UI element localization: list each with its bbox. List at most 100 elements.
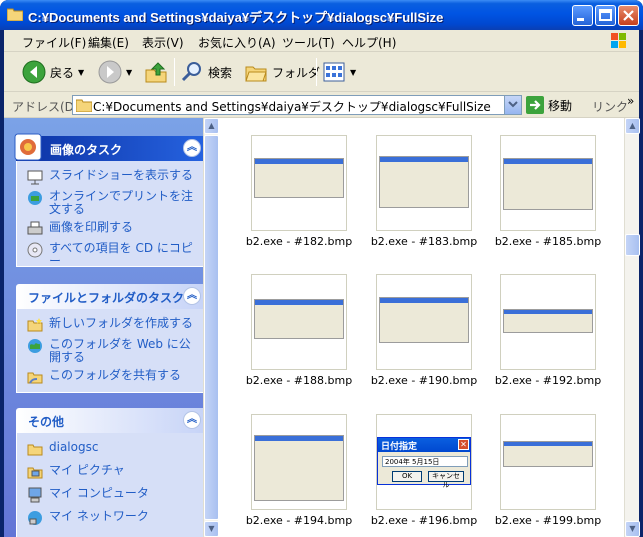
- close-button[interactable]: [618, 5, 639, 26]
- printer-icon: [27, 221, 43, 235]
- collapse-file-folder-tasks-icon[interactable]: ︽: [183, 287, 201, 305]
- menu-tools[interactable]: ツール(T): [282, 34, 335, 51]
- search-button[interactable]: 検索: [180, 56, 232, 88]
- thumbnail-199[interactable]: [500, 414, 596, 510]
- thumbnail-image: [254, 158, 344, 198]
- go-button[interactable]: 移動: [526, 96, 572, 114]
- date-dialog-value: 2004年 5月15日: [385, 458, 440, 466]
- scroll-down-button[interactable]: ▼: [625, 521, 640, 537]
- menu-edit[interactable]: 編集(E): [88, 34, 129, 51]
- place-my-computer[interactable]: マイ コンピュータ: [27, 487, 199, 503]
- menu-bar: ファイル(F) 編集(E) 表示(V) お気に入り(A) ツール(T) ヘルプ(…: [4, 30, 639, 52]
- file-view-scrollbar[interactable]: ▲ ▼: [624, 118, 640, 537]
- thumbnail-188[interactable]: [251, 274, 347, 370]
- thumbnail-196[interactable]: 日付指定 ✕ 2004年 5月15日 OK キャンセル: [376, 414, 472, 510]
- place-dialogsc[interactable]: dialogsc: [27, 441, 199, 457]
- folders-button[interactable]: フォルダ: [244, 56, 320, 88]
- folders-label: フォルダ: [272, 65, 321, 80]
- scroll-thumb[interactable]: [204, 135, 218, 520]
- file-folder-tasks-header[interactable]: ファイルとフォルダのタスク ︽: [16, 284, 206, 309]
- scroll-up-button[interactable]: ▲: [625, 118, 640, 134]
- minimize-button[interactable]: [572, 5, 593, 26]
- toolbar: 戻る ▼ ▼ 検索 フォルダ ▼: [4, 52, 639, 92]
- up-folder-button[interactable]: [144, 56, 168, 88]
- other-places-header[interactable]: その他 ︽: [16, 408, 206, 433]
- folder-icon: [7, 8, 23, 21]
- cd-icon: [27, 242, 43, 258]
- scroll-up-button[interactable]: ▲: [204, 118, 218, 134]
- other-places-body: dialogsc マイ ピクチャ マイ コンピュータ マイ ネットワーク: [16, 433, 206, 537]
- forward-button[interactable]: ▼: [98, 56, 132, 88]
- picture-tasks-icon: [14, 133, 42, 161]
- forward-dropdown-icon[interactable]: ▼: [126, 68, 132, 77]
- file-name[interactable]: b2.exe - #190.bmp: [369, 374, 479, 387]
- thumbnail-185[interactable]: [500, 135, 596, 231]
- file-name[interactable]: b2.exe - #199.bmp: [493, 514, 603, 527]
- thumbnail-182[interactable]: [251, 135, 347, 231]
- address-dropdown-button[interactable]: [504, 96, 521, 114]
- back-label: 戻る: [50, 65, 75, 80]
- date-dialog-title: 日付指定: [381, 442, 418, 452]
- task-share-folder[interactable]: このフォルダを共有する: [27, 369, 199, 385]
- links-label[interactable]: リンク: [592, 98, 628, 115]
- menu-view[interactable]: 表示(V): [142, 34, 184, 51]
- maximize-button[interactable]: [595, 5, 616, 26]
- task-print[interactable]: 画像を印刷する: [27, 221, 199, 237]
- file-name[interactable]: b2.exe - #188.bmp: [244, 374, 354, 387]
- task-order-prints[interactable]: オンラインでプリントを注文する: [27, 190, 199, 216]
- picture-tasks-header[interactable]: 画像のタスク ︽: [14, 133, 206, 161]
- file-name[interactable]: b2.exe - #196.bmp: [369, 514, 479, 527]
- other-places-title: その他: [28, 415, 65, 429]
- thumbnail-183[interactable]: [376, 135, 472, 231]
- task-pane-scrollbar[interactable]: ▲ ▼: [203, 118, 218, 537]
- back-dropdown-icon[interactable]: ▼: [78, 68, 84, 77]
- links-chevron-icon[interactable]: »: [627, 94, 634, 108]
- file-folder-tasks-body: 新しいフォルダを作成する このフォルダを Web に公開する このフォルダを共有…: [16, 309, 206, 393]
- file-name[interactable]: b2.exe - #194.bmp: [244, 514, 354, 527]
- up-folder-icon: [145, 62, 167, 83]
- task-pane: 画像のタスク ︽ スライドショーを表示する オンラインでプリントを注文する 画像…: [4, 118, 218, 537]
- thumbnail-192[interactable]: [500, 274, 596, 370]
- online-print-icon: [28, 191, 42, 205]
- file-name[interactable]: b2.exe - #192.bmp: [493, 374, 603, 387]
- scroll-thumb[interactable]: [625, 234, 640, 256]
- chevron-down-icon: [508, 101, 518, 108]
- collapse-picture-tasks-icon[interactable]: ︽: [183, 139, 201, 157]
- thumbnail-image: [503, 158, 593, 210]
- views-dropdown-icon[interactable]: ▼: [350, 68, 356, 77]
- task-copy-to-cd[interactable]: すべての項目を CD にコピー: [27, 242, 199, 268]
- file-name[interactable]: b2.exe - #185.bmp: [493, 235, 603, 248]
- task-new-folder[interactable]: 新しいフォルダを作成する: [27, 317, 199, 333]
- thumbnail-image: [254, 435, 344, 501]
- address-input[interactable]: C:¥Documents and Settings¥daiya¥デスクトップ¥d…: [72, 95, 522, 115]
- collapse-other-places-icon[interactable]: ︽: [183, 411, 201, 429]
- scroll-down-button[interactable]: ▼: [204, 521, 218, 537]
- thumbnail-194[interactable]: [251, 414, 347, 510]
- views-icon: [323, 62, 345, 82]
- address-label: アドレス(D): [12, 100, 79, 114]
- place-my-network[interactable]: マイ ネットワーク: [27, 510, 199, 526]
- back-button[interactable]: 戻る ▼: [22, 56, 84, 88]
- menu-help[interactable]: ヘルプ(H): [342, 34, 396, 51]
- file-name[interactable]: b2.exe - #183.bmp: [369, 235, 479, 248]
- share-folder-icon: [27, 372, 43, 384]
- go-arrow-icon: [526, 96, 544, 114]
- thumbnail-190[interactable]: [376, 274, 472, 370]
- menu-file[interactable]: ファイル(F): [22, 34, 86, 51]
- task-slideshow[interactable]: スライドショーを表示する: [27, 169, 199, 185]
- search-label: 検索: [208, 65, 233, 80]
- task-publish-web[interactable]: このフォルダを Web に公開する: [27, 338, 199, 364]
- menu-favorites[interactable]: お気に入り(A): [198, 34, 276, 51]
- views-button[interactable]: ▼: [322, 56, 356, 88]
- picture-tasks-title: 画像のタスク: [50, 143, 123, 157]
- forward-arrow-icon: [98, 60, 122, 84]
- search-icon: [181, 62, 201, 82]
- place-my-pictures[interactable]: マイ ピクチャ: [27, 464, 199, 480]
- file-folder-tasks-panel: ファイルとフォルダのタスク ︽ 新しいフォルダを作成する このフォルダを Web…: [16, 284, 206, 393]
- my-network-icon: [28, 511, 42, 525]
- new-folder-icon: [27, 318, 43, 332]
- thumbnail-image: [503, 309, 593, 333]
- title-bar[interactable]: C:¥Documents and Settings¥daiya¥デスクトップ¥d…: [0, 0, 643, 30]
- file-name[interactable]: b2.exe - #182.bmp: [244, 235, 354, 248]
- slideshow-icon: [27, 170, 43, 185]
